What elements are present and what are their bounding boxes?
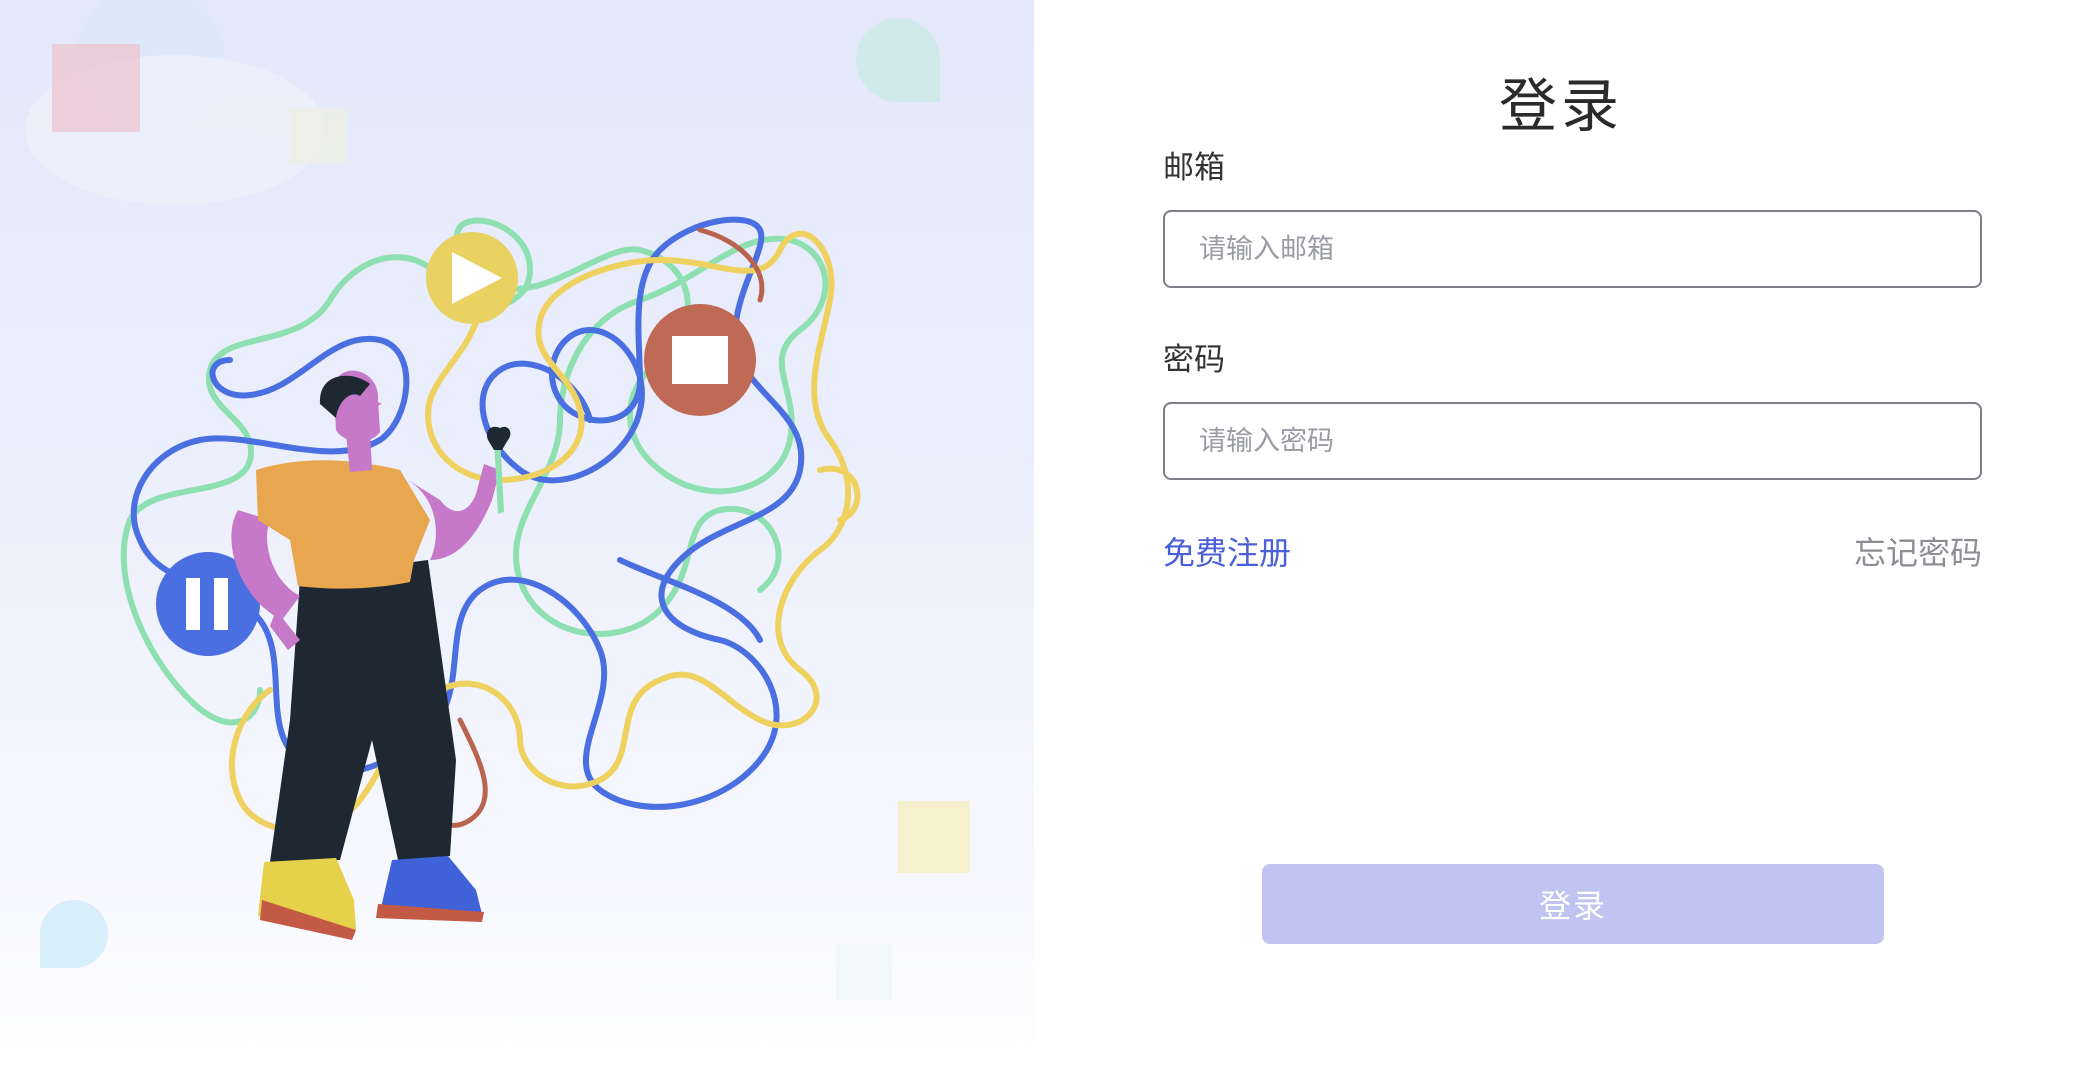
- page-title: 登录: [1498, 72, 1623, 140]
- login-button[interactable]: 登录: [1262, 864, 1884, 944]
- stop-icon: [644, 304, 756, 416]
- play-icon: [426, 232, 518, 324]
- forgot-password-link[interactable]: 忘记密码: [1854, 532, 1982, 574]
- password-input[interactable]: [1163, 402, 1982, 480]
- login-form-panel: 登录 邮箱 密码 免费注册 忘记密码 登录: [1034, 0, 2076, 1090]
- password-label: 密码: [1163, 342, 1225, 378]
- email-input[interactable]: [1163, 210, 1982, 288]
- hero-illustration-panel: [0, 0, 1034, 1090]
- register-link[interactable]: 免费注册: [1163, 532, 1291, 574]
- login-page: 登录 邮箱 密码 免费注册 忘记密码 登录: [0, 0, 2076, 1090]
- email-label: 邮箱: [1163, 150, 1225, 186]
- hero-illustration: [25, 0, 970, 1000]
